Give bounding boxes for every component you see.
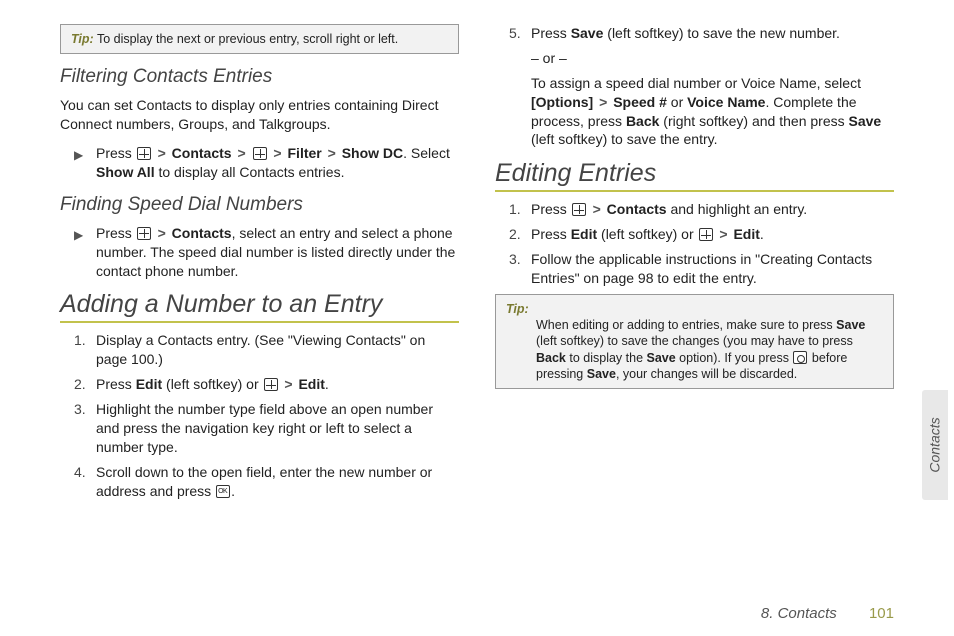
page-footer: 8. Contacts 101 xyxy=(761,605,894,622)
heading-adding: Adding a Number to an Entry xyxy=(60,290,459,323)
tip-box-save: Tip: When editing or adding to entries, … xyxy=(495,294,894,389)
end-icon xyxy=(793,351,807,364)
tip-label: Tip: xyxy=(71,32,94,46)
ok-icon xyxy=(216,485,230,498)
footer-page-number: 101 xyxy=(869,605,894,622)
adding-step-5: 5. Press Save (left softkey) to save the… xyxy=(509,24,894,43)
editing-steps: 1. Press > Contacts and highlight an ent… xyxy=(495,200,894,288)
gt-icon: > xyxy=(599,94,607,110)
gt-icon: > xyxy=(593,201,601,217)
menu-icon xyxy=(572,203,586,216)
editing-step-2: 2. Press Edit (left softkey) or > Edit. xyxy=(509,225,894,244)
gt-icon: > xyxy=(719,226,727,242)
filtering-step-content: Press > Contacts > > Filter > Show DC. S… xyxy=(96,144,459,182)
adding-step-4: 4. Scroll down to the open field, enter … xyxy=(74,463,459,501)
heading-editing: Editing Entries xyxy=(495,159,894,192)
filtering-step: ▶ Press > Contacts > > Filter > Show DC.… xyxy=(60,144,459,182)
bullet-marker: ▶ xyxy=(74,224,96,281)
menu-icon xyxy=(137,227,151,240)
menu-icon xyxy=(264,378,278,391)
gt-icon: > xyxy=(158,145,166,161)
side-tab-label: Contacts xyxy=(927,417,943,472)
page-content: Tip: To display the next or previous ent… xyxy=(0,0,954,560)
editing-step-1: 1. Press > Contacts and highlight an ent… xyxy=(509,200,894,219)
bullet-marker: ▶ xyxy=(74,144,96,182)
gt-icon: > xyxy=(328,145,336,161)
finding-step-content: Press > Contacts, select an entry and se… xyxy=(96,224,459,281)
footer-chapter: 8. Contacts xyxy=(761,605,837,622)
adding-step-3: 3. Highlight the number type field above… xyxy=(74,400,459,457)
adding-step-2: 2. Press Edit (left softkey) or > Edit. xyxy=(74,375,459,394)
heading-finding: Finding Speed Dial Numbers xyxy=(60,194,459,216)
menu-icon xyxy=(137,147,151,160)
gt-icon: > xyxy=(158,225,166,241)
adding-or: – or – xyxy=(531,49,894,68)
menu-icon xyxy=(253,147,267,160)
tip2-text: When editing or adding to entries, make … xyxy=(536,317,883,382)
adding-step-1: 1. Display a Contacts entry. (See "Viewi… xyxy=(74,331,459,369)
tip-box-scroll: Tip: To display the next or previous ent… xyxy=(60,24,459,54)
menu-icon xyxy=(699,228,713,241)
filtering-intro: You can set Contacts to display only ent… xyxy=(60,96,459,134)
editing-step-3: 3. Follow the applicable instructions in… xyxy=(509,250,894,288)
gt-icon: > xyxy=(273,145,281,161)
finding-step: ▶ Press > Contacts, select an entry and … xyxy=(60,224,459,281)
side-tab-contacts: Contacts xyxy=(922,390,948,500)
tip-text: To display the next or previous entry, s… xyxy=(97,32,398,46)
adding-assign: To assign a speed dial number or Voice N… xyxy=(531,74,894,150)
tip-label: Tip: xyxy=(506,302,529,316)
gt-icon: > xyxy=(237,145,245,161)
gt-icon: > xyxy=(284,376,292,392)
heading-filtering: Filtering Contacts Entries xyxy=(60,66,459,88)
